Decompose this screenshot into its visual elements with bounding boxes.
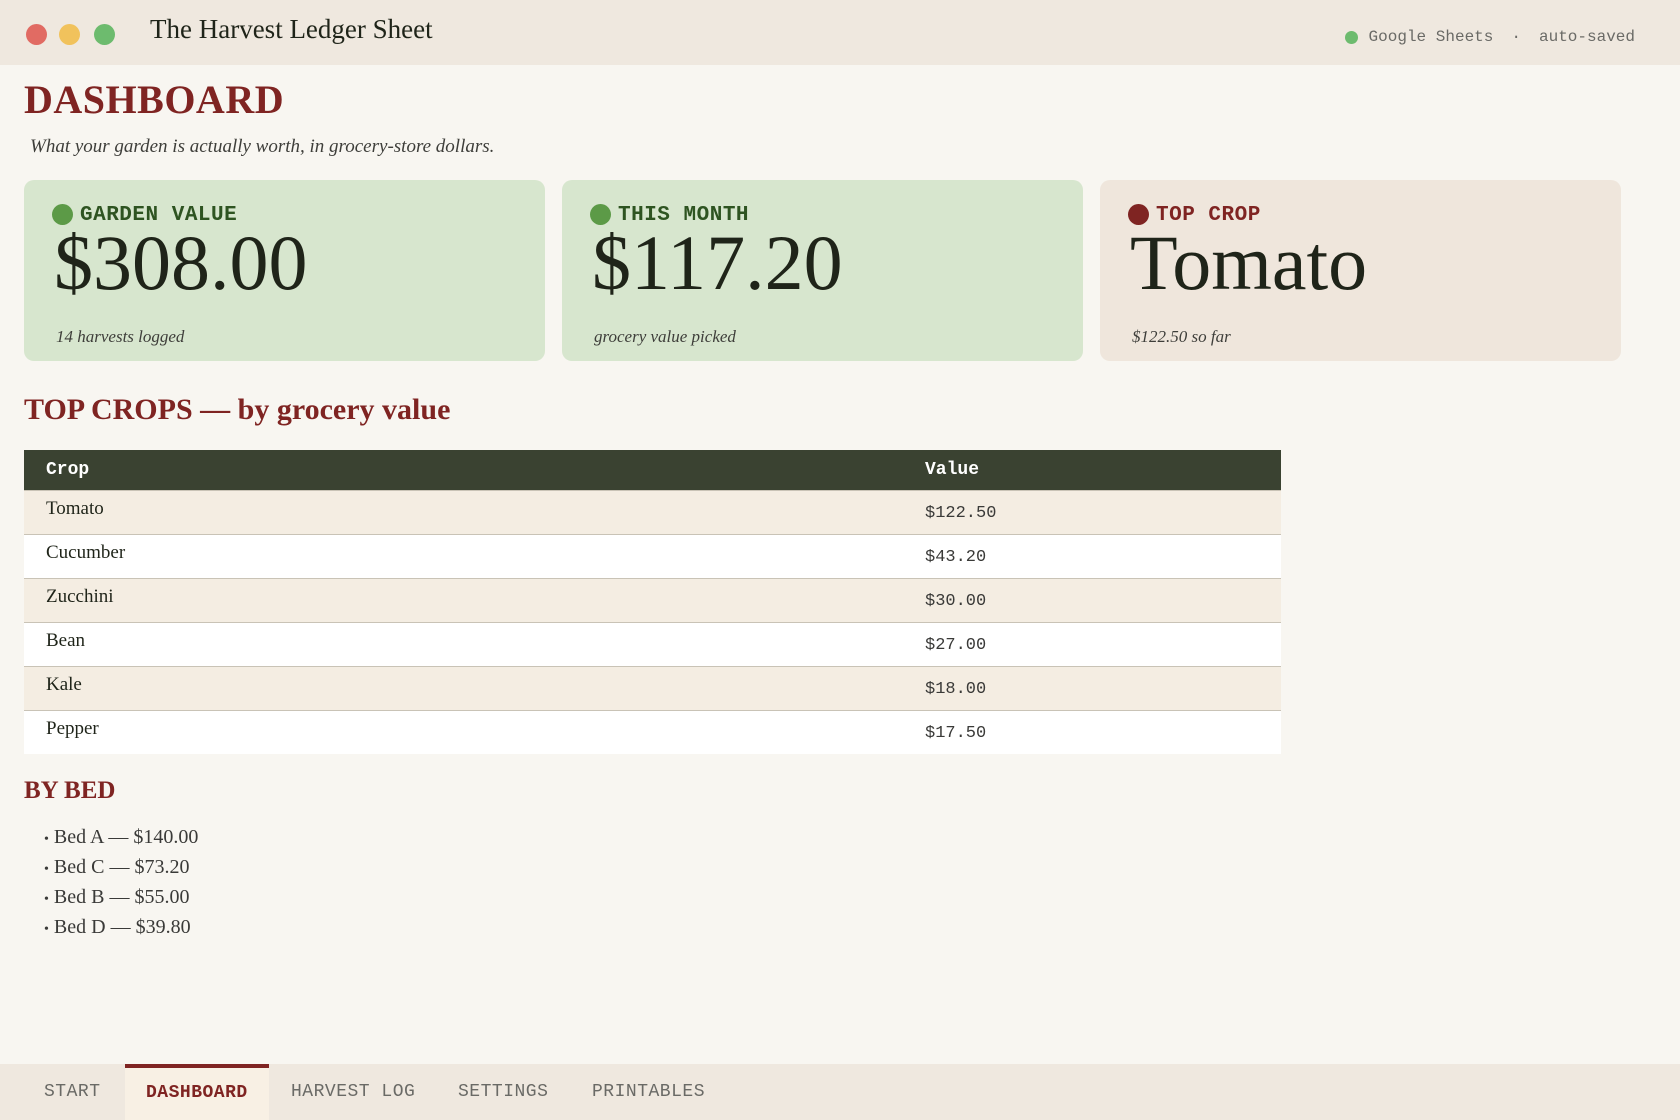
top-crops-title: TOP CROPS — by grocery value — [24, 393, 451, 426]
column-header-crop[interactable]: Crop — [24, 450, 903, 490]
save-status: Google Sheets · auto-saved — [1344, 28, 1635, 46]
list-item: • Bed B — $55.00 — [44, 882, 198, 912]
top-crops-table: Crop Value Tomato $122.50 Cucumber $43.2… — [24, 450, 1281, 754]
minimize-icon[interactable] — [59, 24, 80, 45]
value-cell[interactable]: $30.00 — [903, 577, 1281, 622]
page-title: DASHBOARD — [24, 77, 285, 122]
table-header-row: Crop Value — [24, 450, 1281, 490]
table-row[interactable]: Bean $27.00 — [24, 621, 1281, 666]
column-header-value[interactable]: Value — [903, 450, 1281, 490]
table-row[interactable]: Cucumber $43.20 — [24, 533, 1281, 578]
tab-start[interactable]: START — [44, 1064, 101, 1120]
status-save-text: auto-saved — [1538, 28, 1635, 46]
table-row[interactable]: Tomato $122.50 — [24, 489, 1281, 534]
page-tagline: What your garden is actually worth, in g… — [30, 136, 495, 157]
table-row[interactable]: Kale $18.00 — [24, 665, 1281, 710]
title-bar: The Harvest Ledger Sheet Google Sheets ·… — [0, 0, 1680, 65]
crop-cell[interactable]: Kale — [24, 665, 903, 710]
card-note: grocery value picked — [594, 327, 736, 346]
tab-printables[interactable]: PRINTABLES — [592, 1064, 705, 1120]
bed-value: Bed C — $73.20 — [53, 856, 190, 878]
close-icon[interactable] — [26, 24, 47, 45]
status-separator: · — [1511, 28, 1521, 46]
bed-value: Bed D — $39.80 — [53, 916, 191, 938]
bullet-icon: • — [44, 922, 49, 937]
table-row[interactable]: Pepper $17.50 — [24, 709, 1281, 754]
maximize-icon[interactable] — [94, 24, 115, 45]
card-value: Tomato — [1130, 219, 1368, 306]
card-note: 14 harvests logged — [56, 327, 185, 346]
status-dot-icon — [1344, 30, 1358, 44]
bullet-icon: • — [44, 832, 49, 847]
value-cell[interactable]: $43.20 — [903, 533, 1281, 578]
value-cell[interactable]: $122.50 — [903, 489, 1281, 534]
this-month-card: THIS MONTH $117.20 grocery value picked — [562, 180, 1083, 361]
card-note: $122.50 so far — [1132, 327, 1231, 346]
status-app-name: Google Sheets — [1368, 28, 1494, 46]
value-cell[interactable]: $18.00 — [903, 665, 1281, 710]
tab-harvest-log[interactable]: HARVEST LOG — [291, 1064, 415, 1120]
value-cell[interactable]: $17.50 — [903, 709, 1281, 754]
crop-cell[interactable]: Cucumber — [24, 533, 903, 578]
list-item: • Bed C — $73.20 — [44, 852, 198, 882]
crop-cell[interactable]: Zucchini — [24, 577, 903, 622]
by-bed-title: BY BED — [24, 777, 116, 804]
by-bed-list: • Bed A — $140.00 • Bed C — $73.20 • Bed B … — [44, 822, 198, 942]
tab-settings[interactable]: SETTINGS — [458, 1064, 548, 1120]
bullet-icon: • — [44, 862, 49, 877]
list-item: • Bed A — $140.00 — [44, 822, 198, 852]
garden-value-card: GARDEN VALUE $308.00 14 harvests logged — [24, 180, 545, 361]
crop-cell[interactable]: Tomato — [24, 489, 903, 534]
table-row[interactable]: Zucchini $30.00 — [24, 577, 1281, 622]
value-cell[interactable]: $27.00 — [903, 621, 1281, 666]
crop-cell[interactable]: Bean — [24, 621, 903, 666]
list-item: • Bed D — $39.80 — [44, 912, 198, 942]
bed-value: Bed B — $55.00 — [53, 886, 190, 908]
card-value: $117.20 — [592, 219, 843, 306]
tab-dashboard[interactable]: DASHBOARD — [125, 1064, 269, 1120]
top-crop-card: TOP CROP Tomato $122.50 so far — [1100, 180, 1621, 361]
window-title: The Harvest Ledger Sheet — [150, 14, 433, 44]
sheet-tab-bar: START DASHBOARD HARVEST LOG SETTINGS PRI… — [0, 1064, 1680, 1120]
bullet-icon: • — [44, 892, 49, 907]
crop-cell[interactable]: Pepper — [24, 709, 903, 754]
card-value: $308.00 — [54, 219, 308, 306]
bed-value: Bed A — $140.00 — [53, 826, 199, 848]
